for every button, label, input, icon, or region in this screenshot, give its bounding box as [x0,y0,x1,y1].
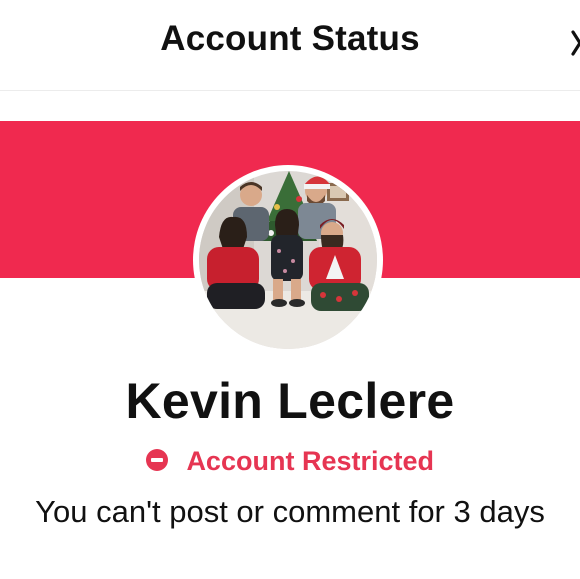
account-status: Account Restricted [0,446,580,477]
account-status-screen: Account Status Kevin Leclere Account Res… [0,0,580,579]
restriction-message: You can't post or comment for 3 days [35,494,545,529]
status-label: Account Restricted [186,446,434,476]
page-title: Account Status [160,19,420,58]
profile-photo [199,171,377,349]
close-icon[interactable] [570,26,580,60]
nav-bar: Account Status [0,0,580,91]
profile-name: Kevin Leclere [125,373,455,429]
avatar[interactable] [199,171,377,349]
no-entry-icon [145,449,168,471]
